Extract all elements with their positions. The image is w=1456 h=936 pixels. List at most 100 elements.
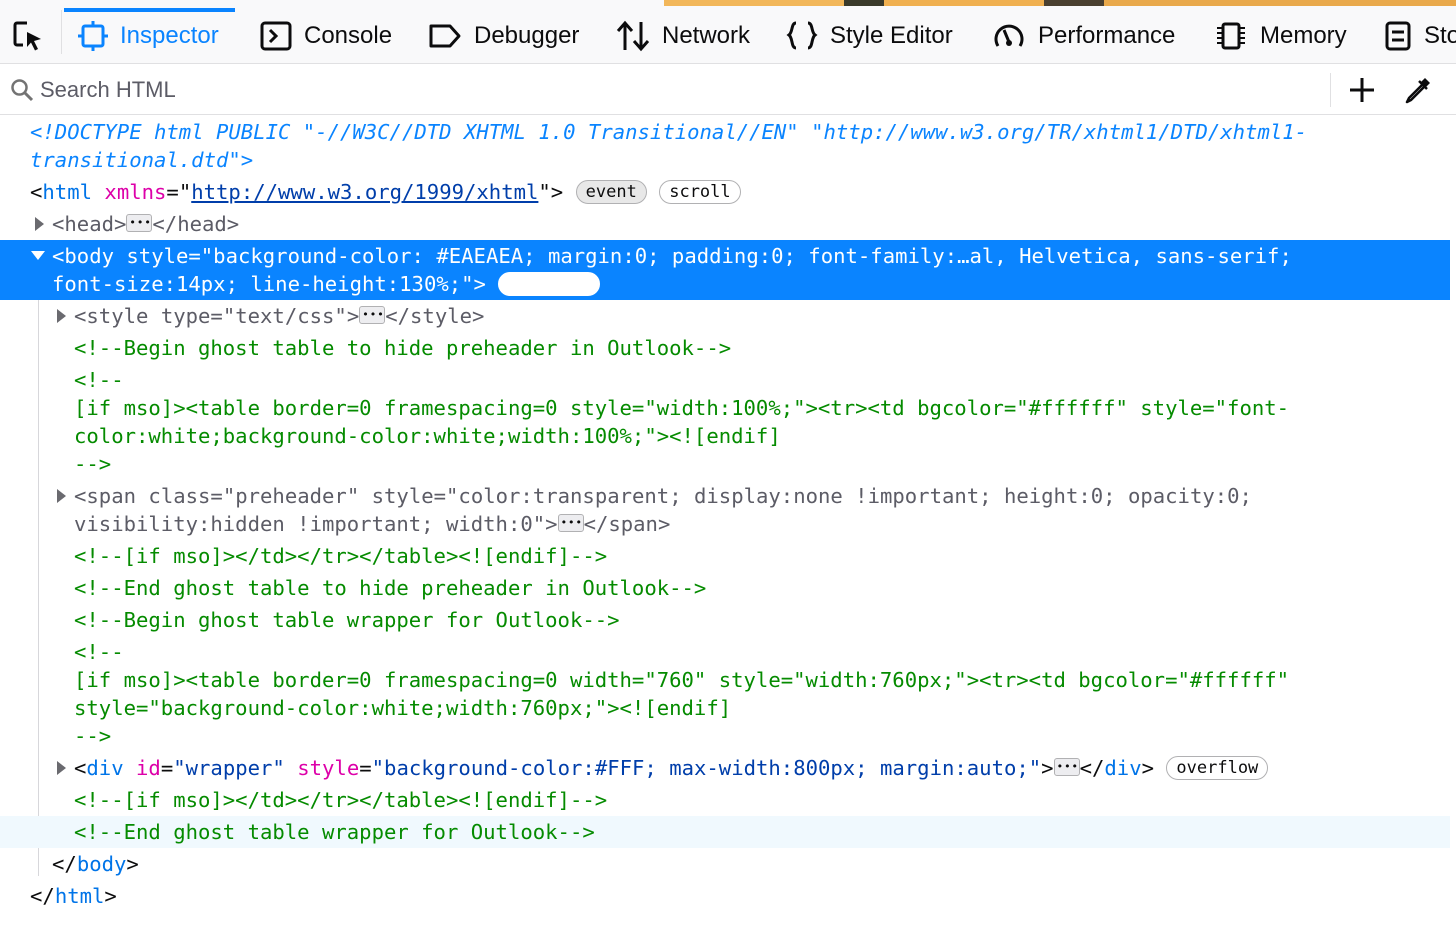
- attr-value: "preheader": [222, 484, 360, 508]
- memory-icon: [1217, 22, 1245, 50]
- attr-punct: =": [166, 180, 192, 204]
- attr-value: "wrapper": [173, 756, 285, 780]
- span-tag-line: <span class="preheader" style="color:tra…: [74, 484, 1252, 508]
- scroll-badge[interactable]: scroll: [659, 180, 741, 204]
- div-tag-line: <div id="wrapper" style="background-colo…: [74, 753, 1269, 782]
- event-badge[interactable]: event: [575, 180, 647, 204]
- comment-node[interactable]: <!-- [if mso]><table border=0 framespaci…: [0, 636, 1450, 752]
- style-tag-line: <style type="text/css"></style>: [74, 301, 484, 330]
- overflow-badge[interactable]: overflow: [1166, 756, 1269, 780]
- tab-label: Performance: [1038, 22, 1176, 49]
- comment-node[interactable]: <!--[if mso]></td></tr></table><![endif]…: [0, 540, 1450, 572]
- style-node[interactable]: <style type="text/css"></style>: [0, 300, 1450, 332]
- tag-punct: </: [1079, 756, 1105, 780]
- comment-text: <!--Begin ghost table to hide preheader …: [74, 336, 732, 360]
- tab-label: Sto: [1424, 22, 1456, 49]
- expand-toggle-icon[interactable]: [57, 489, 66, 503]
- tag-punct: ">: [538, 180, 564, 204]
- comment-text: <!--[if mso]></td></tr></table><![endif]…: [74, 544, 608, 568]
- collapsed-children-icon[interactable]: [359, 301, 386, 329]
- tab-label: Memory: [1260, 22, 1347, 49]
- comment-node[interactable]: <!-- [if mso]><table border=0 framespaci…: [0, 364, 1450, 480]
- attr-value: "background-color:#FFF; max-width:800px;…: [371, 756, 1042, 780]
- tab-console[interactable]: Console: [260, 8, 392, 64]
- doctype-node[interactable]: <!DOCTYPE html PUBLIC "-//W3C//DTD XHTML…: [0, 118, 1450, 178]
- tag-punct: </: [30, 884, 55, 908]
- body-node-selected[interactable]: <body style="background-color: #EAEAEA; …: [0, 240, 1450, 300]
- comment-text: [if mso]><table border=0 framespacing=0 …: [74, 396, 1290, 420]
- tab-debugger[interactable]: Debugger: [428, 8, 579, 64]
- span-preheader-node[interactable]: <span class="preheader" style="color:tra…: [0, 480, 1450, 540]
- tab-storage[interactable]: Sto: [1384, 8, 1456, 64]
- tag-punct: >: [545, 512, 558, 536]
- add-node-button[interactable]: [1346, 74, 1378, 106]
- tag-punct: >: [346, 304, 360, 328]
- comment-node[interactable]: <!--Begin ghost table to hide preheader …: [0, 332, 1450, 364]
- tag-name: div: [86, 756, 124, 780]
- attr-name: id: [136, 756, 161, 780]
- div-wrapper-node[interactable]: <div id="wrapper" style="background-colo…: [0, 752, 1450, 784]
- tab-inspector[interactable]: Inspector: [64, 8, 235, 64]
- tag-punct: >: [104, 884, 117, 908]
- overflow-badge[interactable]: overflow: [498, 272, 601, 296]
- collapsed-children-icon[interactable]: [126, 209, 153, 237]
- html-close-tag: </html>: [30, 882, 117, 910]
- comment-text: <!--End ghost table to hide preheader in…: [74, 576, 707, 600]
- expand-toggle-icon[interactable]: [57, 761, 66, 775]
- tag-name: body: [76, 852, 127, 876]
- tag-close: </head>: [152, 212, 240, 236]
- devtools-toolbar: Inspector Console Debugger Network Style…: [0, 0, 1456, 64]
- comment-node[interactable]: <!--End ghost table to hide preheader in…: [0, 572, 1450, 604]
- tab-memory[interactable]: Memory: [1214, 8, 1347, 64]
- attr-value: "color:transparent; display:none !import…: [446, 484, 1252, 508]
- markup-search-bar: [0, 65, 1456, 115]
- network-icon: [616, 20, 650, 52]
- comment-node-hovered[interactable]: <!--End ghost table wrapper for Outlook-…: [0, 816, 1450, 848]
- tab-style-editor[interactable]: Style Editor: [786, 8, 953, 64]
- tag-punct: <: [30, 180, 43, 204]
- search-html-input[interactable]: [40, 73, 1320, 107]
- attr-name: type: [160, 304, 211, 328]
- comment-text: <!--: [74, 368, 124, 392]
- expand-toggle-icon[interactable]: [57, 309, 66, 323]
- attr-name: xmlns: [104, 180, 167, 204]
- collapsed-children-icon[interactable]: [1053, 753, 1080, 781]
- comment-node[interactable]: <!--[if mso]></td></tr></table><![endif]…: [0, 784, 1450, 816]
- tab-label: Style Editor: [830, 22, 953, 49]
- tag-close: </span>: [583, 512, 671, 536]
- body-tag-continuation: font-size:14px; line-height:130%;">: [52, 272, 486, 296]
- tab-performance[interactable]: Performance: [992, 8, 1175, 64]
- attr-name: style: [297, 756, 360, 780]
- span-tag-line-2: visibility:hidden !important; width:0"> <…: [74, 509, 671, 538]
- comment-text: [if mso]><table border=0 framespacing=0 …: [74, 668, 1290, 692]
- comment-text: color:white;background-color:white;width…: [74, 424, 781, 448]
- element-picker-button[interactable]: [8, 16, 48, 56]
- body-tag-line: <body style="background-color: #EAEAEA; …: [52, 244, 1292, 268]
- tab-network[interactable]: Network: [616, 8, 750, 64]
- tag-name: div: [1104, 756, 1142, 780]
- xmlns-link[interactable]: http://www.w3.org/1999/xhtml: [191, 180, 538, 204]
- tag-name: html: [54, 884, 105, 908]
- html-close-node[interactable]: </html>: [0, 880, 1450, 912]
- html-tag-line: <html xmlns="http://www.w3.org/1999/xhtm…: [30, 178, 741, 206]
- collapsed-children-icon[interactable]: [557, 509, 584, 537]
- tag-punct: >: [1041, 756, 1054, 780]
- comment-text: -->: [74, 452, 112, 476]
- comment-node[interactable]: <!--Begin ghost table wrapper for Outloo…: [0, 604, 1450, 636]
- tag-open: <head>: [52, 212, 127, 236]
- body-close-node[interactable]: </body>: [0, 848, 1450, 880]
- attr-value: visibility:hidden !important; width:0": [74, 512, 546, 536]
- collapse-toggle-icon[interactable]: [31, 251, 45, 260]
- expand-toggle-icon[interactable]: [35, 217, 44, 231]
- comment-text: <!--Begin ghost table wrapper for Outloo…: [74, 608, 620, 632]
- doctype-line: transitional.dtd">: [30, 148, 254, 172]
- comment-text: -->: [74, 724, 112, 748]
- attr-name: class: [148, 484, 211, 508]
- tag-name: style: [86, 304, 149, 328]
- html-node[interactable]: <html xmlns="http://www.w3.org/1999/xhtm…: [0, 178, 1450, 210]
- head-node[interactable]: <head> </head>: [0, 209, 1450, 242]
- eyedropper-button[interactable]: [1402, 74, 1434, 106]
- markup-tree: <!DOCTYPE html PUBLIC "-//W3C//DTD XHTML…: [0, 116, 1456, 936]
- comment-text: <!--End ghost table wrapper for Outlook-…: [74, 820, 595, 844]
- performance-icon: [994, 24, 1024, 47]
